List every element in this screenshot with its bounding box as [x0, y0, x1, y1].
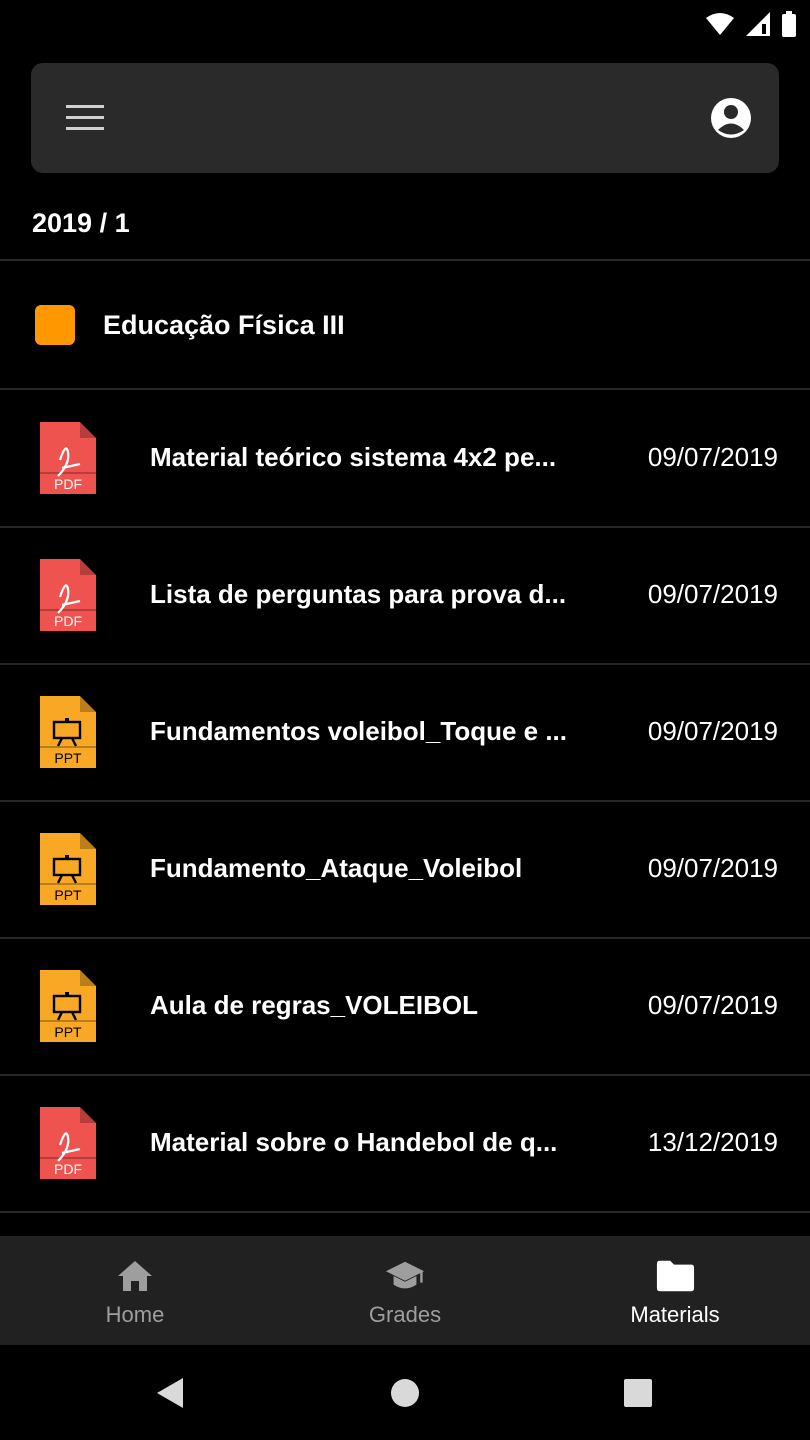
material-row[interactable]: PPT Fundamento_Ataque_Voleibol 09/07/2019 — [0, 801, 810, 937]
folder-icon — [655, 1258, 695, 1294]
material-name: Material sobre o Handebol de q... — [150, 1127, 558, 1157]
divider — [0, 1211, 810, 1213]
file-type-label: PDF — [54, 613, 82, 629]
nav-grades-label: Grades — [368, 1302, 442, 1327]
material-date: 09/07/2019 — [647, 579, 778, 609]
material-row[interactable]: PPT Aula de regras_VOLEIBOL 09/07/2019 — [0, 938, 810, 1074]
back-button[interactable] — [150, 1373, 190, 1413]
material-row[interactable]: PPT Fundamentos voleibol_Toque e ... 09/07… — [0, 664, 810, 800]
pdf-file-icon: PDF — [38, 1107, 96, 1179]
pdf-file-icon: PDF — [38, 422, 96, 494]
material-name: Fundamentos voleibol_Toque e ... — [150, 716, 568, 746]
bottom-navigation: Home Grades Materials — [0, 1236, 810, 1345]
nav-home[interactable]: Home — [0, 1236, 270, 1345]
status-bar — [0, 0, 810, 48]
recents-button[interactable] — [618, 1373, 658, 1413]
material-date: 13/12/2019 — [647, 1127, 778, 1157]
material-row[interactable]: PDF Material sobre o Handebol de q... 13/1… — [0, 1075, 810, 1211]
status-icons — [706, 10, 796, 38]
ppt-file-icon: PPT — [38, 833, 96, 905]
account-circle-icon — [711, 98, 751, 138]
home-icon — [115, 1258, 155, 1294]
material-name: Material teórico sistema 4x2 pe... — [150, 442, 557, 472]
material-row[interactable]: PDF Lista de perguntas para prova d... 09/… — [0, 527, 810, 663]
file-type-label: PDF — [54, 476, 82, 492]
signal-icon — [746, 12, 770, 36]
pdf-file-icon: PDF — [38, 559, 96, 631]
menu-icon — [66, 105, 104, 130]
file-type-label: PDF — [54, 1161, 82, 1177]
nav-home-label: Home — [105, 1302, 165, 1327]
material-date: 09/07/2019 — [647, 442, 778, 472]
system-navigation-bar — [0, 1345, 810, 1440]
file-type-label: PPT — [54, 750, 82, 766]
divider — [0, 259, 810, 261]
course-color-swatch — [35, 305, 75, 345]
material-date: 09/07/2019 — [647, 853, 778, 883]
home-system-button[interactable] — [385, 1373, 425, 1413]
home-circle-icon — [391, 1379, 419, 1407]
menu-button[interactable] — [59, 94, 113, 142]
nav-materials-label: Materials — [630, 1302, 720, 1327]
wifi-icon — [706, 13, 734, 35]
material-row[interactable]: PDF Material teórico sistema 4x2 pe... 09/… — [0, 390, 810, 526]
file-type-label: PPT — [54, 887, 82, 903]
course-title: Educação Física III — [103, 310, 345, 340]
app-bar — [31, 63, 779, 173]
nav-materials[interactable]: Materials — [540, 1236, 810, 1345]
back-icon — [157, 1378, 183, 1408]
material-name: Lista de perguntas para prova d... — [150, 579, 567, 609]
material-name: Fundamento_Ataque_Voleibol — [150, 853, 523, 883]
graduation-cap-icon — [385, 1258, 425, 1294]
semester-label: 2019 / 1 — [32, 208, 130, 238]
ppt-file-icon: PPT — [38, 970, 96, 1042]
ppt-file-icon: PPT — [38, 696, 96, 768]
battery-icon — [782, 11, 796, 37]
course-header[interactable]: Educação Física III — [0, 262, 810, 388]
recents-icon — [624, 1379, 652, 1407]
material-name: Aula de regras_VOLEIBOL — [150, 990, 478, 1020]
nav-grades[interactable]: Grades — [270, 1236, 540, 1345]
file-type-label: PPT — [54, 1024, 82, 1040]
account-button[interactable] — [703, 90, 759, 146]
material-date: 09/07/2019 — [647, 716, 778, 746]
material-date: 09/07/2019 — [647, 990, 778, 1020]
